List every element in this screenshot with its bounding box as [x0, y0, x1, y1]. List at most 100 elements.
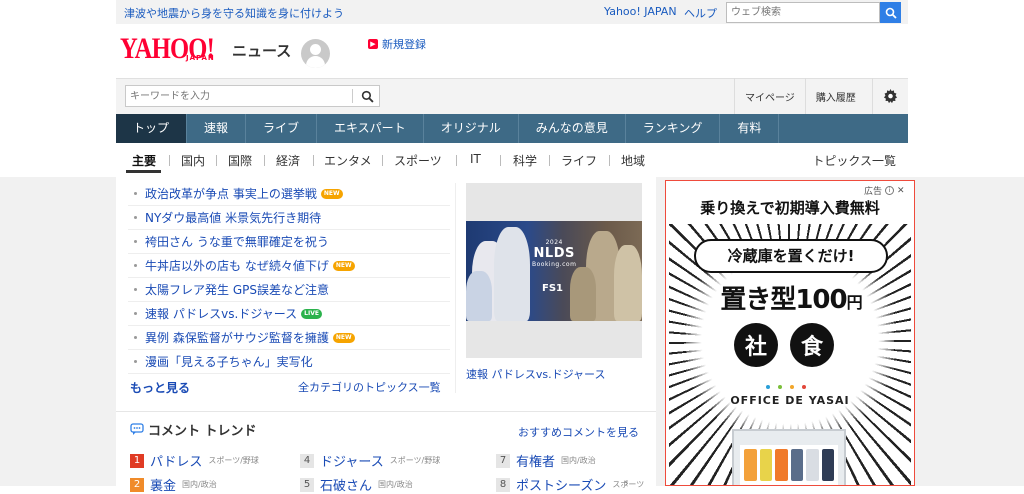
rank-badge: 1 [130, 453, 144, 468]
topic-item[interactable]: 速報 パドレスvs.ドジャース LIVE [128, 302, 450, 326]
service-name[interactable]: ニュース [232, 40, 291, 61]
trend-category: スポーツ/野球 [208, 456, 259, 465]
bullet-icon [134, 288, 137, 291]
fridge-image [732, 429, 846, 485]
trend-item[interactable]: 7 有権者 国内/政治 [496, 451, 596, 470]
search-icon [885, 7, 897, 19]
ad-price-text: 置き型100円 [678, 279, 904, 316]
dot-icon [802, 385, 806, 389]
keyword-input[interactable] [125, 85, 380, 107]
topic-title: 政治改革が争点 事実上の選挙戦 [145, 187, 317, 201]
close-icon[interactable]: ✕ [897, 186, 905, 196]
subnav-economy[interactable]: 経済 [276, 152, 300, 169]
topics-list-link[interactable]: トピックス一覧 [812, 152, 896, 169]
dot-icon [766, 385, 770, 389]
ad-circles: 社 食 [734, 323, 834, 367]
settings-button[interactable] [872, 78, 908, 114]
rank-badge: 4 [300, 453, 314, 468]
player-shape [494, 227, 530, 321]
topic-title: 漫画「見える子ちゃん」実写化 [145, 355, 313, 369]
trend-item[interactable]: 1 パドレス スポーツ/野球 [130, 451, 259, 470]
new-badge: NEW [332, 332, 355, 343]
photo-caption[interactable]: 速報 パドレスvs.ドジャース [466, 366, 605, 382]
rank-badge: 7 [496, 453, 510, 468]
subnav-life[interactable]: ライフ [561, 152, 597, 169]
avatar[interactable] [301, 39, 330, 68]
trend-word: パドレス [150, 455, 203, 470]
rank-badge: 8 [496, 477, 510, 492]
topic-title: 異例 森保監督がサウジ監督を擁護 [145, 331, 329, 345]
topic-item[interactable]: 異例 森保監督がサウジ監督を擁護 NEW [128, 326, 450, 350]
sub-nav: 主要 国内 国際 経済 エンタメ スポーツ IT 科学 ライフ 地域 トピックス… [116, 148, 908, 174]
register-label: 新規登録 [382, 38, 426, 51]
nav-expert[interactable]: エキスパート [317, 114, 424, 143]
trend-item[interactable]: 2 裏金 国内/政治 [130, 475, 217, 494]
bullet-icon [134, 264, 137, 267]
topic-item[interactable]: 袴田さん うな重で無罪確定を祝う [128, 230, 450, 254]
trend-category: 国内/政治 [561, 456, 596, 465]
web-search-input[interactable] [726, 2, 880, 23]
trend-category: 国内/政治 [182, 480, 217, 489]
nav-live[interactable]: ライブ [246, 114, 318, 143]
ad-banner[interactable]: 広告 i ✕ 乗り換えで初期導入費無料 冷蔵庫を置くだけ! 置き型100円 社 … [665, 180, 915, 486]
trend-item[interactable]: 5 石破さん 国内/政治 [300, 475, 413, 494]
divider [352, 89, 353, 103]
bullet-icon [134, 240, 137, 243]
topic-item[interactable]: 太陽フレア発生 GPS誤差など注意 [128, 278, 450, 302]
divider [609, 155, 610, 166]
topic-title: 太陽フレア発生 GPS誤差など注意 [145, 283, 329, 297]
all-categories-link[interactable]: 全カテゴリのトピックス一覧 [298, 379, 441, 395]
divider [169, 155, 170, 166]
divider [500, 155, 501, 166]
nav-opinion[interactable]: みんなの意見 [519, 114, 626, 143]
yahoo-logo[interactable]: YAHOO! JAPAN [120, 34, 230, 68]
topic-title: 牛丼店以外の店も なぜ続々値下げ [145, 259, 329, 273]
topic-item[interactable]: 牛丼店以外の店も なぜ続々値下げ NEW [128, 254, 450, 278]
trend-word: 裏金 [150, 479, 177, 494]
recommended-comments-link[interactable]: おすすめコメントを見る [518, 424, 639, 440]
divider [455, 183, 456, 393]
subnav-main[interactable]: 主要 [132, 152, 156, 169]
nav-top[interactable]: トップ [116, 114, 188, 143]
topic-item[interactable]: NYダウ最高値 米景気先行き期待 [128, 206, 450, 230]
ad-brand-dots [766, 385, 806, 389]
search-icon [361, 90, 374, 103]
player-shape [570, 267, 596, 321]
logo-sub: JAPAN [186, 54, 215, 62]
nav-ranking[interactable]: ランキング [626, 114, 721, 143]
keyword-search-button[interactable] [356, 86, 378, 106]
comment-trend-title: コメント トレンド [130, 420, 257, 439]
subnav-domestic[interactable]: 国内 [181, 152, 205, 169]
rank-badge: 2 [130, 477, 144, 492]
more-link[interactable]: もっと見る [130, 379, 190, 396]
web-search-button[interactable] [880, 2, 901, 23]
topic-item[interactable]: 政治改革が争点 事実上の選挙戦 NEW [128, 182, 450, 206]
subnav-science[interactable]: 科学 [513, 152, 537, 169]
comment-icon [130, 423, 144, 435]
alert-link[interactable]: 津波や地震から身を守る知識を身に付けよう [124, 5, 344, 21]
subnav-international[interactable]: 国際 [228, 152, 252, 169]
mypage-link[interactable]: マイページ [734, 78, 805, 114]
info-icon[interactable]: i [885, 186, 895, 195]
register-link[interactable]: ▶ 新規登録 [368, 36, 426, 52]
ad-label-text: 広告 [864, 187, 883, 197]
product-shape [821, 449, 834, 481]
nav-breaking[interactable]: 速報 [187, 114, 247, 143]
nav-paid[interactable]: 有料 [720, 114, 780, 143]
new-badge: NEW [320, 188, 343, 199]
trend-item[interactable]: 8 ポストシーズン スポーツ [496, 475, 644, 494]
topic-photo[interactable]: 2024 NLDS Booking.com FS1 [466, 221, 642, 321]
trend-word: 有権者 [516, 455, 556, 470]
trend-item[interactable]: 4 ドジャース スポーツ/野球 [300, 451, 440, 470]
purchase-history-link[interactable]: 購入履歴 [804, 78, 866, 114]
topic-item[interactable]: 漫画「見える子ちゃん」実写化 [128, 350, 450, 374]
nav-original[interactable]: オリジナル [424, 114, 519, 143]
subnav-sports[interactable]: スポーツ [394, 152, 442, 169]
subnav-entertainment[interactable]: エンタメ [324, 152, 372, 169]
chevron-right-icon[interactable]: › [624, 476, 629, 490]
subnav-region[interactable]: 地域 [621, 152, 645, 169]
trend-word: 石破さん [320, 479, 373, 494]
yahoo-japan-link[interactable]: Yahoo! JAPAN [604, 5, 677, 18]
subnav-it[interactable]: IT [470, 152, 481, 166]
help-link[interactable]: ヘルプ [684, 5, 717, 21]
